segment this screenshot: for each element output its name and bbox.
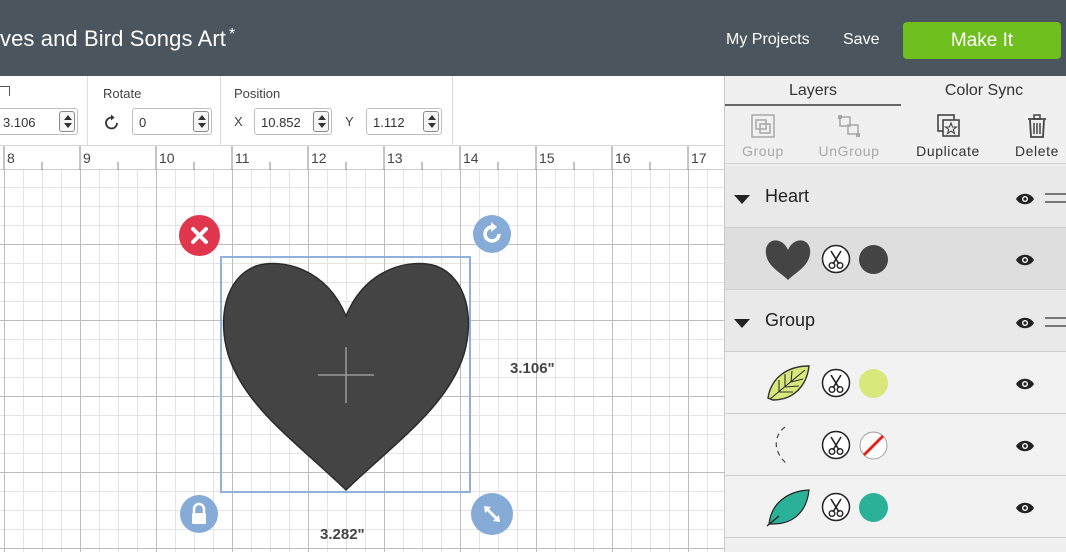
rotate-stepper[interactable] <box>193 111 209 132</box>
panel-tabs: Layers Color Sync <box>725 76 1066 106</box>
scissors-icon[interactable] <box>821 492 851 522</box>
unsaved-marker: * <box>229 26 236 43</box>
design-canvas[interactable]: 3.106" 3.282" <box>0 170 724 552</box>
edit-toolbar: 3.106 Rotate 0 Position X 10.852 Y 1.112 <box>0 76 724 146</box>
caret-down-icon[interactable] <box>734 319 750 328</box>
drag-handle-icon[interactable] <box>1045 193 1066 203</box>
size-lock-corner <box>0 86 10 96</box>
divider <box>452 76 453 146</box>
heart-icon <box>765 240 811 280</box>
divider <box>220 76 221 146</box>
eye-icon[interactable] <box>1015 316 1035 330</box>
height-dimension-label: 3.106" <box>510 360 555 377</box>
delete-button[interactable]: Delete <box>992 112 1066 159</box>
resize-icon <box>484 506 500 522</box>
make-it-button[interactable]: Make It <box>903 22 1061 59</box>
width-dimension-label: 3.282" <box>320 526 365 543</box>
color-swatch[interactable] <box>859 245 888 274</box>
group-icon <box>751 114 775 138</box>
ungroup-label: UnGroup <box>818 143 880 159</box>
ruler-number: 14 <box>463 150 479 166</box>
top-bar: ves and Bird Songs Art * My Projects Save… <box>0 0 1066 76</box>
layer-item-leaf[interactable] <box>725 352 1066 414</box>
height-value: 3.106 <box>3 115 36 130</box>
position-label: Position <box>234 86 281 101</box>
group-label: Group <box>742 143 784 159</box>
ungroup-icon <box>838 115 860 137</box>
arc-icon <box>775 426 788 465</box>
ungroup-button[interactable]: UnGroup <box>804 112 894 159</box>
layer-group-group[interactable]: Group <box>725 290 1066 352</box>
duplicate-label: Duplicate <box>916 143 980 159</box>
close-icon <box>191 227 208 244</box>
eye-icon[interactable] <box>1015 439 1035 453</box>
project-title: ves and Bird Songs Art * <box>0 26 235 52</box>
lock-icon <box>192 502 206 524</box>
project-title-text: ves and Bird Songs Art <box>0 26 226 51</box>
tab-layers[interactable]: Layers <box>725 76 901 106</box>
eye-icon[interactable] <box>1015 377 1035 391</box>
ruler-number: 13 <box>387 150 403 166</box>
scissors-icon[interactable] <box>821 244 851 274</box>
no-color-swatch-icon[interactable] <box>859 431 888 460</box>
ruler-number: 8 <box>7 150 15 166</box>
leaf-icon <box>767 365 810 401</box>
leaf-teal-icon <box>766 489 810 527</box>
delete-handle[interactable] <box>179 215 220 256</box>
rotate-icon <box>483 222 501 243</box>
ruler-number: 15 <box>539 150 555 166</box>
color-swatch[interactable] <box>859 493 888 522</box>
ruler-number: 11 <box>235 150 250 166</box>
caret-down-icon[interactable] <box>734 195 750 204</box>
layers-panel: Layers Color Sync Group UnGroup Duplicat… <box>724 76 1066 552</box>
layer-item-teal-leaf[interactable] <box>725 476 1066 538</box>
color-swatch[interactable] <box>859 369 888 398</box>
divider <box>87 76 88 146</box>
height-stepper[interactable] <box>59 111 75 132</box>
rotate-input[interactable]: 0 <box>132 108 212 135</box>
ruler-number: 10 <box>159 150 175 166</box>
eye-icon[interactable] <box>1015 192 1035 206</box>
layer-item-heart[interactable] <box>725 228 1066 290</box>
heart-shape[interactable] <box>222 258 470 492</box>
y-position-input[interactable]: 1.112 <box>366 108 442 135</box>
y-position-value: 1.112 <box>373 115 405 130</box>
layer-group-heart[interactable]: Heart <box>725 166 1066 228</box>
lock-handle[interactable] <box>180 495 218 533</box>
rotate-value: 0 <box>139 115 147 130</box>
ruler-number: 17 <box>691 150 707 166</box>
trash-icon <box>1028 114 1046 138</box>
group-name: Group <box>765 310 816 330</box>
ruler-number: 16 <box>615 150 631 166</box>
group-button[interactable]: Group <box>718 112 808 159</box>
scissors-icon[interactable] <box>821 368 851 398</box>
tab-color-sync[interactable]: Color Sync <box>901 76 1066 106</box>
rotate-handle[interactable] <box>473 215 511 253</box>
x-position-value: 10.852 <box>261 115 301 130</box>
ruler-number: 12 <box>311 150 327 166</box>
save-button[interactable]: Save <box>843 31 879 49</box>
layer-item-arc[interactable] <box>725 414 1066 476</box>
drag-handle-icon[interactable] <box>1045 317 1066 327</box>
rotate-label: Rotate <box>103 86 142 101</box>
x-position-stepper[interactable] <box>313 111 329 132</box>
resize-handle[interactable] <box>471 493 513 535</box>
duplicate-button[interactable]: Duplicate <box>903 112 993 159</box>
duplicate-icon <box>937 114 960 137</box>
x-position-input[interactable]: 10.852 <box>254 108 332 135</box>
horizontal-ruler: 8 9 10 11 12 13 14 15 16 17 <box>0 146 724 170</box>
ruler-number: 9 <box>83 150 91 166</box>
eye-icon[interactable] <box>1015 253 1035 267</box>
scissors-icon[interactable] <box>821 430 851 460</box>
delete-label: Delete <box>1014 143 1060 159</box>
group-name: Heart <box>765 186 810 206</box>
eye-icon[interactable] <box>1015 501 1035 515</box>
rotate-icon <box>105 114 118 130</box>
y-position-stepper[interactable] <box>423 111 439 132</box>
y-label: Y <box>345 114 354 129</box>
my-projects-link[interactable]: My Projects <box>726 31 810 49</box>
x-label: X <box>234 114 243 129</box>
layer-tools: Group UnGroup Duplicate Delete <box>725 108 1066 164</box>
height-input[interactable]: 3.106 <box>0 108 78 135</box>
